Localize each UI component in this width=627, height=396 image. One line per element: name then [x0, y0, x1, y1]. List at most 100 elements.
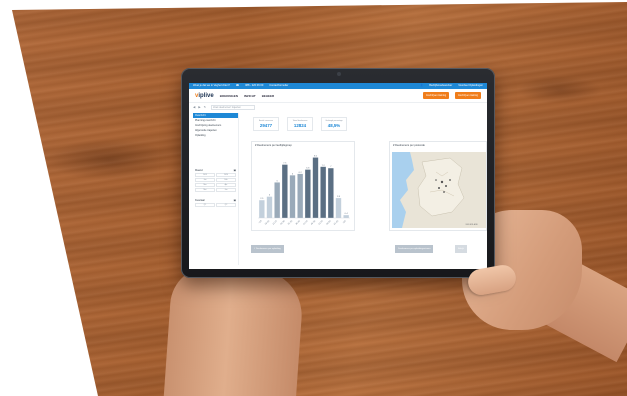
age-chart-panel: # Deelnemers per leeftijdsgroep 2.5 <18 3 1…: [251, 141, 355, 231]
x-tick-label: >65: [342, 219, 347, 224]
bar-value-label: 6: [292, 173, 294, 175]
kpi-row: Aantal cursussen 29477 Totaal deelnemers…: [253, 117, 347, 131]
inschrijven-button[interactable]: Inschrijven training: [423, 92, 450, 99]
section-label: Maand: [195, 169, 203, 172]
bar-value-label: 0.4: [345, 213, 349, 215]
maand-cell[interactable]: Feb: [216, 178, 236, 182]
bar-<18[interactable]: [259, 200, 265, 218]
kwartaal-grid: Q1 Q2: [193, 203, 238, 207]
map-graphic: [400, 152, 486, 228]
kpi-card: Geslaagd percentage 48,5%: [321, 117, 347, 131]
opleiding-button[interactable]: # Deelnemers per opleiding: [251, 245, 284, 253]
toolbar: ◀ ▶ ↻ Zoek deelnemer/ trajecten: [189, 103, 487, 111]
age-bar-chart: 2.5 <18 3 18-20 5 21-25 7.5 26-30 6 31-35 6.2 36-40…: [258, 156, 350, 226]
nav-link-inzicht[interactable]: INZICHT: [244, 94, 256, 98]
tablet-device: Weet je dat we in Veghel zitten? ☎ 088 -…: [181, 68, 495, 278]
kwartaal-cell[interactable]: Q1: [195, 203, 215, 207]
x-tick-label: 41-45: [303, 220, 309, 226]
x-tick-label: 31-35: [288, 220, 294, 226]
topbar-account[interactable]: Bedrijfsmedewerker: [429, 83, 452, 89]
search-input[interactable]: Zoek deelnemer/ trajecten: [211, 104, 256, 110]
refresh-icon[interactable]: ↻: [204, 105, 207, 109]
camera-icon: [337, 72, 341, 76]
topbar-contact[interactable]: Contactformulier: [269, 83, 288, 89]
kpi-card: Totaal deelnemers 12824: [287, 117, 313, 131]
topbar-partners[interactable]: Voordeel Opleidingen: [458, 83, 483, 89]
kpi-label: Geslaagd percentage: [325, 120, 343, 122]
x-tick-label: <18: [258, 219, 263, 224]
bar-18-20[interactable]: [266, 196, 273, 218]
filter-icon: ▣: [233, 199, 236, 202]
x-tick-label: 61-65: [334, 220, 340, 226]
maand-cell[interactable]: 2019: [195, 173, 215, 177]
map-credit: NEDERLAND: [465, 224, 478, 226]
x-tick-label: 36-40: [295, 220, 301, 226]
kpi-label: Totaal deelnemers: [292, 120, 308, 122]
section-label: Kwartaal: [195, 199, 205, 202]
bar->65[interactable]: [343, 215, 349, 218]
bar-31-35[interactable]: [289, 175, 296, 218]
bar-41-45[interactable]: [305, 169, 311, 218]
tablet-screen: Weet je dat we in Veghel zitten? ☎ 088 -…: [189, 83, 487, 269]
bar-61-65[interactable]: [335, 198, 342, 218]
bar-36-40[interactable]: [297, 173, 303, 218]
x-tick-label: 46-50: [311, 220, 317, 226]
bar-value-label: 8.5: [314, 156, 318, 158]
maand-grid: 2019 2020 Jan Feb Mar Apr Mei Jun: [193, 173, 238, 192]
bar-51-55[interactable]: [320, 166, 326, 218]
nav-link-boekingen[interactable]: BOEKINGEN: [220, 94, 238, 98]
x-tick-label: 18-20: [265, 220, 271, 226]
bar-value-label: 2.8: [337, 196, 341, 198]
opleidingsniveau-button[interactable]: Deelnemers per opleidingsniveau: [395, 245, 434, 253]
map-title: # Deelnemers per postcode: [393, 144, 425, 147]
maand-cell[interactable]: Mar: [195, 183, 215, 187]
kpi-value: 48,5%: [327, 123, 341, 128]
maand-cell[interactable]: Jan: [195, 178, 215, 182]
left-arm: [163, 263, 305, 396]
x-tick-label: 21-25: [272, 220, 278, 226]
topbar-spacer: [294, 83, 414, 89]
netherlands-map[interactable]: NEDERLAND: [392, 152, 486, 228]
bar-46-50[interactable]: [312, 157, 319, 218]
x-tick-label: 26-30: [280, 220, 286, 226]
x-tick-label: 51-55: [318, 220, 324, 226]
bar-value-label: 7.2: [322, 165, 326, 167]
chart-title: # Deelnemers per leeftijdsgroep: [255, 144, 292, 147]
maand-cell[interactable]: Jun: [216, 188, 236, 192]
x-tick-label: 56-60: [326, 220, 332, 226]
bar-26-30[interactable]: [282, 164, 288, 218]
bar-value-label: 3: [269, 195, 271, 197]
map-panel: # Deelnemers per postcode NEDERLAND: [389, 141, 487, 231]
bekijk-button[interactable]: Bekijk: [455, 245, 467, 253]
bar-value-label: 5: [277, 180, 279, 182]
logo-rest: iplive: [198, 92, 214, 99]
phone-icon: ☎: [235, 84, 240, 87]
topbar-question[interactable]: Weet je dat we in Veghel zitten?: [193, 83, 230, 89]
kpi-label: Aantal cursussen: [259, 120, 273, 122]
maand-cell[interactable]: 2020: [216, 173, 236, 177]
maand-cell[interactable]: Mei: [195, 188, 215, 192]
filter-icon: ▣: [233, 169, 236, 172]
kpi-card: Aantal cursussen 29477: [253, 117, 279, 131]
bar-56-60[interactable]: [328, 168, 334, 218]
bar-value-label: 2.5: [260, 198, 264, 200]
sidebar: Overzicht Planning overzicht Inschrijvin…: [193, 113, 239, 265]
bar-value-label: 7.5: [283, 163, 287, 165]
kwartaal-cell[interactable]: Q2: [216, 203, 236, 207]
inschrijven-button-2[interactable]: Inschrijven training: [455, 92, 481, 99]
forward-icon[interactable]: ▶: [198, 105, 200, 109]
nav-link-beheer[interactable]: BEHEER: [262, 94, 275, 98]
maand-cell[interactable]: Apr: [216, 183, 236, 187]
kpi-value: 29477: [259, 123, 273, 128]
bar-value-label: 6.8: [306, 168, 310, 170]
kpi-value: 12824: [293, 123, 307, 128]
bar-value-label: 6.2: [299, 172, 303, 174]
topbar-phone[interactable]: 088 - 220 06 00: [245, 83, 263, 89]
user-icon: 👤: [420, 84, 424, 87]
brand-logo[interactable]: viplive: [195, 93, 214, 99]
main-nav: viplive BOEKINGEN INZICHT BEHEER Inschri…: [189, 89, 487, 103]
bar-value-label: 7: [330, 166, 332, 168]
bar-21-25[interactable]: [274, 182, 280, 218]
back-icon[interactable]: ◀: [193, 105, 195, 109]
